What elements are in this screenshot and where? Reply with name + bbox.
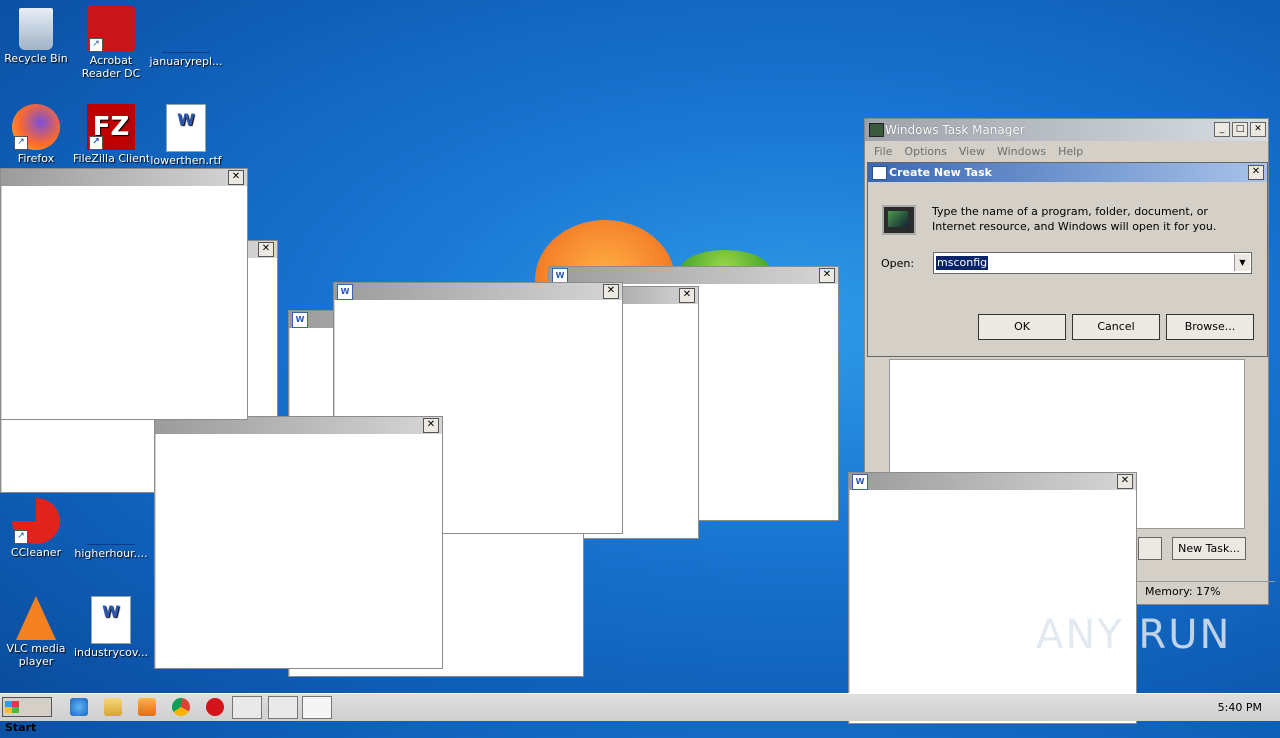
internet-explorer-icon[interactable]: [70, 698, 88, 716]
vlc-icon: [16, 596, 56, 640]
acrobat-icon: ↗: [87, 6, 135, 52]
close-button[interactable]: ✕: [603, 284, 619, 299]
window-titlebar[interactable]: ✕: [1, 169, 247, 186]
new-task-button[interactable]: New Task...: [1172, 537, 1246, 560]
desktop-icon-label: Recycle Bin: [4, 52, 68, 65]
program-icon: [882, 205, 916, 235]
task-manager-title: Windows Task Manager: [885, 123, 1025, 137]
desktop-icon-label: higherhour....: [74, 547, 148, 560]
desktop-icon-acrobat[interactable]: ↗ Acrobat Reader DC: [73, 6, 149, 80]
opera-icon[interactable]: [206, 698, 224, 716]
filezilla-icon: FZ ↗: [87, 104, 135, 150]
taskbar-run-button[interactable]: [302, 696, 332, 719]
chevron-down-icon[interactable]: ▼: [1234, 254, 1250, 271]
desktop-icon-label: Acrobat Reader DC: [81, 54, 141, 80]
shortcut-arrow-icon: ↗: [89, 38, 103, 52]
shortcut-arrow-icon: ↗: [14, 530, 28, 544]
blank-window-front[interactable]: W ✕: [848, 472, 1137, 724]
window-titlebar[interactable]: W ✕: [334, 283, 622, 300]
browse-button[interactable]: Browse...: [1166, 314, 1254, 340]
ccleaner-icon: ↗: [12, 498, 60, 544]
desktop-icon-januaryrepl[interactable]: januaryrepl...: [148, 6, 224, 68]
menu-windows[interactable]: Windows: [992, 145, 1051, 158]
close-button[interactable]: ✕: [1117, 474, 1133, 489]
taskbar-task-manager-button[interactable]: [268, 696, 298, 719]
desktop-icon-higherhour[interactable]: higherhour....: [73, 498, 149, 560]
close-button[interactable]: ✕: [1250, 122, 1266, 137]
open-input-value[interactable]: msconfig: [936, 256, 989, 270]
chrome-icon[interactable]: [172, 698, 190, 716]
desktop-icon-filezilla[interactable]: FZ ↗ FileZilla Client: [73, 104, 149, 165]
close-button[interactable]: ✕: [423, 418, 439, 433]
desktop-icon-label: Firefox: [17, 152, 55, 165]
dialog-title: Create New Task: [889, 166, 992, 179]
dialog-description: Type the name of a program, folder, docu…: [932, 205, 1217, 233]
taskbar-word-button[interactable]: [232, 696, 262, 719]
dialog-titlebar[interactable]: Create New Task ✕: [868, 163, 1267, 182]
switch-to-button[interactable]: [1138, 537, 1162, 560]
desktop-icon-label: industrycov...: [74, 646, 148, 659]
taskbar: Start 5:40 PM: [0, 693, 1280, 734]
task-manager-titlebar[interactable]: Windows Task Manager _ □ ✕: [865, 119, 1268, 141]
word-icon: W: [852, 474, 868, 490]
windows-logo-icon: [5, 701, 19, 713]
open-label: Open:: [881, 257, 915, 270]
word-icon: W: [292, 312, 308, 328]
desktop-icon-industrycov[interactable]: W industrycov...: [73, 596, 149, 659]
anyrun-watermark: ANY RUN: [1036, 612, 1232, 658]
desktop-icon-label: FileZilla Client: [73, 152, 149, 165]
open-combobox[interactable]: msconfig ▼: [933, 252, 1252, 274]
create-new-task-dialog[interactable]: Create New Task ✕ Type the name of a pro…: [867, 162, 1268, 357]
desktop-icon-ccleaner[interactable]: ↗ CCleaner: [0, 498, 74, 559]
shortcut-arrow-icon: ↗: [14, 136, 28, 150]
menu-options[interactable]: Options: [899, 145, 951, 158]
desktop-icon-vlc[interactable]: VLC media player: [0, 596, 74, 668]
desktop-icon-recycle-bin[interactable]: Recycle Bin: [0, 6, 74, 65]
menu-help[interactable]: Help: [1053, 145, 1088, 158]
close-button[interactable]: ✕: [228, 170, 244, 185]
close-button[interactable]: ✕: [679, 288, 695, 303]
desktop-icon-label: VLC media player: [6, 642, 66, 668]
maximize-button[interactable]: □: [1232, 122, 1248, 137]
ok-button[interactable]: OK: [978, 314, 1066, 340]
desktop-icon-label: lowerthen.rtf: [150, 154, 222, 167]
minimize-button[interactable]: _: [1214, 122, 1230, 137]
window-titlebar[interactable]: W ✕: [849, 473, 1136, 490]
desktop-icon-firefox[interactable]: ↗ Firefox: [0, 104, 74, 165]
task-manager-menubar: File Options View Windows Help: [865, 141, 1268, 161]
close-button[interactable]: ✕: [258, 242, 274, 257]
memory-status: Memory: 17%: [1135, 581, 1275, 602]
clock[interactable]: 5:40 PM: [1218, 701, 1262, 714]
action-center-flag-icon[interactable]: [1180, 700, 1194, 714]
recycle-bin-icon: [19, 8, 53, 50]
desktop-icon-label: januaryrepl...: [149, 55, 223, 68]
run-icon: [872, 166, 887, 180]
file-icon: [162, 6, 210, 53]
menu-view[interactable]: View: [954, 145, 990, 158]
file-icon: [87, 498, 135, 545]
word-icon: W: [337, 284, 353, 300]
menu-file[interactable]: File: [869, 145, 897, 158]
media-player-icon[interactable]: [138, 698, 156, 716]
desktop-icon-lowerthen[interactable]: W lowerthen.rtf: [148, 104, 224, 167]
start-label: Start: [5, 721, 37, 734]
blank-window-1[interactable]: ✕: [0, 168, 248, 420]
explorer-icon[interactable]: [104, 698, 122, 716]
close-button[interactable]: ✕: [819, 268, 835, 283]
cancel-button[interactable]: Cancel: [1072, 314, 1160, 340]
task-manager-icon: [869, 123, 884, 137]
blank-window-2[interactable]: ✕: [154, 416, 443, 669]
firefox-icon: ↗: [12, 104, 60, 150]
close-button[interactable]: ✕: [1248, 165, 1264, 180]
word-doc-icon: W: [91, 596, 131, 644]
word-doc-icon: W: [166, 104, 206, 152]
desktop-icon-label: CCleaner: [10, 546, 62, 559]
shortcut-arrow-icon: ↗: [89, 136, 103, 150]
start-button[interactable]: Start: [2, 697, 52, 734]
